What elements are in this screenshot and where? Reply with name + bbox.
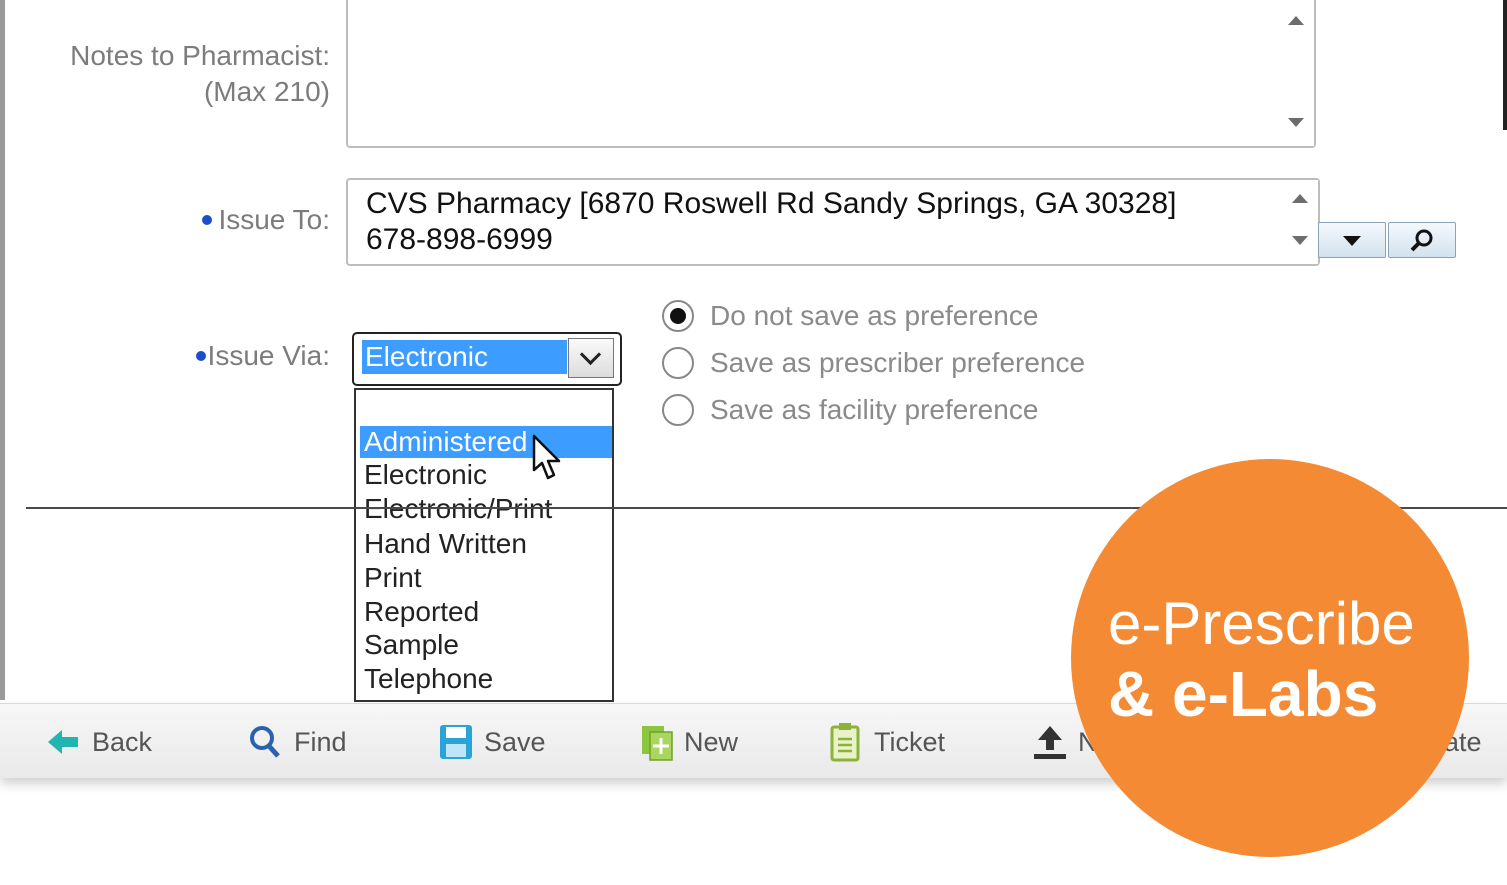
issue-to-search-button[interactable] xyxy=(1388,222,1456,258)
issue-via-dropdown-button[interactable] xyxy=(568,338,614,378)
dropdown-option-sample[interactable]: Sample xyxy=(360,629,612,661)
issue-to-scrollbar[interactable] xyxy=(1282,180,1318,264)
radio-button[interactable] xyxy=(662,347,694,379)
issue-to-label: Issue To: xyxy=(140,202,330,238)
dropdown-option-administered[interactable]: Administered xyxy=(360,426,612,458)
issue-to-field[interactable]: CVS Pharmacy [6870 Roswell Rd Sandy Spri… xyxy=(346,178,1320,266)
issue-via-selected-value: Electronic xyxy=(362,340,567,374)
scroll-up-icon[interactable] xyxy=(1292,194,1308,203)
search-icon xyxy=(250,726,280,758)
radio-button[interactable] xyxy=(662,394,694,426)
scroll-down-icon[interactable] xyxy=(1292,236,1308,245)
issue-to-line2: 678-898-6999 xyxy=(366,223,553,256)
clipboard-icon xyxy=(830,723,860,762)
window-left-border xyxy=(0,0,5,700)
radio-label: Save as prescriber preference xyxy=(710,347,1086,378)
notes-textarea[interactable] xyxy=(346,0,1316,148)
issue-to-line1: CVS Pharmacy [6870 Roswell Rd Sandy Spri… xyxy=(366,187,1177,220)
dropdown-option-print[interactable]: Print xyxy=(360,562,612,594)
radio-label: Do not save as preference xyxy=(710,300,1039,331)
scroll-up-icon[interactable] xyxy=(1288,16,1304,25)
radio-button-checked[interactable] xyxy=(662,300,694,332)
back-label: Back xyxy=(92,727,153,757)
issue-to-value: CVS Pharmacy [6870 Roswell Rd Sandy Spri… xyxy=(366,186,1176,258)
scroll-down-icon[interactable] xyxy=(1288,118,1304,127)
badge-line1: e-Prescribe xyxy=(1108,590,1415,657)
notes-label-line2: (Max 210) xyxy=(203,76,330,107)
dropdown-option-hand-written[interactable]: Hand Written xyxy=(360,528,612,560)
issue-via-label-text: Issue Via: xyxy=(207,340,330,371)
required-bullet-icon xyxy=(195,350,206,361)
notes-label: Notes to Pharmacist: (Max 210) xyxy=(40,38,330,110)
new-document-icon xyxy=(642,726,673,761)
dropdown-option-reported[interactable]: Reported xyxy=(360,596,612,628)
find-label: Find xyxy=(294,727,347,757)
issue-to-dropdown-button[interactable] xyxy=(1318,222,1386,258)
dropdown-option-electronic-print[interactable]: Electronic/Print xyxy=(360,493,612,525)
mouse-cursor-icon xyxy=(532,434,561,480)
dropdown-arrow-icon xyxy=(1343,236,1361,246)
notes-scrollbar[interactable] xyxy=(1278,0,1314,146)
dropdown-option-telephone[interactable]: Telephone xyxy=(360,663,612,695)
notes-label-line1: Notes to Pharmacist: xyxy=(70,40,330,71)
magnifier-icon xyxy=(1410,229,1433,252)
issue-via-label: Issue Via: xyxy=(150,338,330,374)
e-prescribe-badge: e-Prescribe & e-Labs xyxy=(1071,459,1469,857)
radio-label: Save as facility preference xyxy=(710,394,1039,425)
save-label: Save xyxy=(484,727,546,757)
issue-via-select[interactable]: Electronic xyxy=(352,332,622,386)
chevron-down-icon xyxy=(579,343,602,366)
new-label: New xyxy=(684,727,739,757)
issue-via-dropdown-list: Administered Electronic Electronic/Print… xyxy=(354,388,614,702)
required-bullet-icon xyxy=(202,214,213,225)
ticket-label: Ticket xyxy=(874,727,946,757)
badge-line2: & e-Labs xyxy=(1108,658,1379,730)
issue-to-label-text: Issue To: xyxy=(218,204,330,235)
upload-icon xyxy=(1034,726,1066,759)
back-arrow-icon xyxy=(48,730,78,754)
save-disk-icon xyxy=(440,725,472,759)
dropdown-option-electronic[interactable]: Electronic xyxy=(360,459,612,491)
window-right-border xyxy=(1503,0,1507,130)
